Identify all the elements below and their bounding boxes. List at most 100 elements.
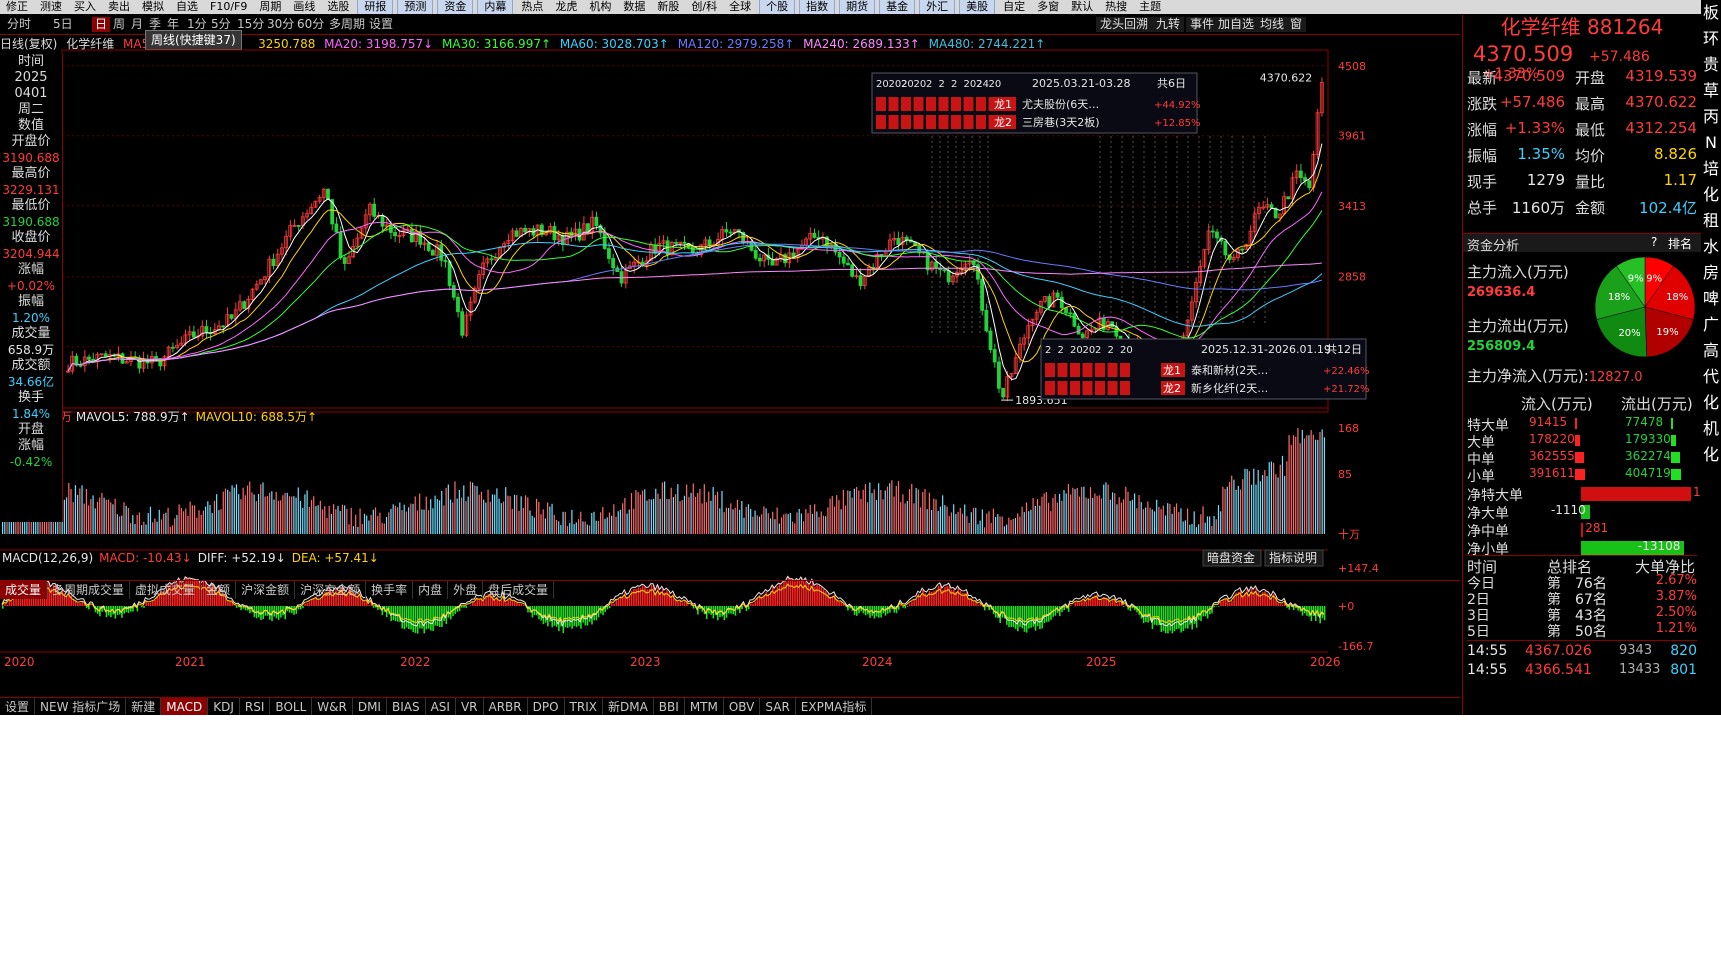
sector-item-16[interactable]: 机 (1701, 416, 1721, 442)
sector-item-2[interactable]: 贵 (1701, 52, 1721, 78)
toolbar-item-24[interactable]: 基金 (879, 0, 916, 14)
sector-item-5[interactable]: N (1701, 130, 1721, 156)
indicator-tab-7[interactable]: W&R (312, 698, 353, 715)
indicator-tab-8[interactable]: DMI (353, 698, 387, 715)
fund-help-button[interactable]: ? (1651, 235, 1657, 249)
macd-btn-0[interactable]: 暗盘资金 (1207, 550, 1255, 565)
indicator-tab-11[interactable]: VR (456, 698, 484, 715)
volume-tab-0[interactable]: 成交量 (0, 581, 48, 599)
volume-tab-2[interactable]: 虚拟成交量 (130, 581, 202, 599)
toolbar-item-21[interactable]: 个股 (759, 0, 796, 14)
sector-item-6[interactable]: 培 (1701, 156, 1721, 182)
indicator-tab-9[interactable]: BIAS (387, 698, 426, 715)
volume-tab-3[interactable]: 金额 (201, 581, 237, 599)
toolbar-item-0[interactable]: 修正 (0, 0, 34, 14)
period-btn-11[interactable]: 60分 (294, 17, 327, 32)
toolbar-item-22[interactable]: 指数 (799, 0, 836, 14)
chart-tool-4[interactable]: 均线 (1256, 17, 1289, 32)
sector-item-9[interactable]: 水 (1701, 234, 1721, 260)
indicator-tab-18[interactable]: OBV (724, 698, 761, 715)
period-btn-3[interactable]: 周 (110, 17, 128, 32)
volume-tab-7[interactable]: 内盘 (413, 581, 449, 599)
sector-item-3[interactable]: 草 (1701, 78, 1721, 104)
indicator-tab-17[interactable]: MTM (685, 698, 724, 715)
indicator-tab-0[interactable]: 设置 (0, 698, 36, 715)
indicator-tab-2[interactable]: 新建 (126, 698, 162, 715)
sector-item-11[interactable]: 啤 (1701, 286, 1721, 312)
toolbar-item-20[interactable]: 全球 (723, 0, 757, 14)
toolbar-item-14[interactable]: 热点 (515, 0, 549, 14)
toolbar-item-9[interactable]: 选股 (321, 0, 355, 14)
toolbar-item-26[interactable]: 美股 (959, 0, 996, 14)
indicator-tab-14[interactable]: TRIX (565, 698, 603, 715)
toolbar-item-1[interactable]: 测速 (34, 0, 68, 14)
kline-chart-area[interactable]: 450839613413285823114370.6221893.6512020… (0, 36, 1460, 715)
toolbar-item-10[interactable]: 研报 (357, 0, 394, 14)
indicator-tab-3[interactable]: MACD (161, 698, 209, 715)
toolbar-item-30[interactable]: 热搜 (1099, 0, 1133, 14)
toolbar-item-31[interactable]: 主题 (1133, 0, 1167, 14)
volume-tab-4[interactable]: 沪深金额 (236, 581, 296, 599)
sector-item-15[interactable]: 化 (1701, 390, 1721, 416)
sector-item-13[interactable]: 高 (1701, 338, 1721, 364)
toolbar-item-16[interactable]: 机构 (583, 0, 617, 14)
toolbar-item-6[interactable]: F10/F9 (204, 0, 253, 14)
chart-tool-1[interactable]: 九转 (1152, 17, 1185, 32)
toolbar-item-11[interactable]: 预测 (397, 0, 434, 14)
sector-item-17[interactable]: 化 (1701, 442, 1721, 468)
volume-tab-8[interactable]: 外盘 (448, 581, 484, 599)
chart-tool-3[interactable]: 加自选 (1214, 17, 1259, 32)
volume-tab-1[interactable]: 多周期成交量 (47, 581, 131, 599)
toolbar-item-19[interactable]: 创/科 (685, 0, 723, 14)
toolbar-item-12[interactable]: 资金 (437, 0, 474, 14)
indicator-tab-16[interactable]: BBI (654, 698, 685, 715)
toolbar-item-28[interactable]: 多窗 (1031, 0, 1065, 14)
toolbar-item-25[interactable]: 外汇 (919, 0, 956, 14)
period-btn-1[interactable]: 5日 (50, 17, 76, 32)
period-btn-2[interactable]: 日 (92, 17, 111, 32)
sector-item-8[interactable]: 租 (1701, 208, 1721, 234)
indicator-tab-15[interactable]: 新DMA (603, 698, 654, 715)
period-btn-10[interactable]: 30分 (264, 17, 297, 32)
toolbar-item-23[interactable]: 期货 (839, 0, 876, 14)
period-btn-4[interactable]: 月 (128, 17, 146, 32)
toolbar-item-5[interactable]: 自选 (170, 0, 204, 14)
indicator-tab-13[interactable]: DPO (528, 698, 565, 715)
indicator-tab-20[interactable]: EXPMA指标 (796, 698, 873, 715)
sector-item-0[interactable]: 板 (1701, 0, 1721, 26)
indicator-tab-4[interactable]: KDJ (208, 698, 240, 715)
indicator-tab-6[interactable]: BOLL (270, 698, 313, 715)
indicator-tab-1[interactable]: NEW 指标广场 (35, 698, 127, 715)
toolbar-item-27[interactable]: 自定 (997, 0, 1031, 14)
indicator-tab-10[interactable]: ASI (426, 698, 456, 715)
sector-item-1[interactable]: 环 (1701, 26, 1721, 52)
toolbar-item-18[interactable]: 新股 (651, 0, 685, 14)
toolbar-item-29[interactable]: 默认 (1065, 0, 1099, 14)
sector-item-10[interactable]: 房 (1701, 260, 1721, 286)
indicator-tab-12[interactable]: ARBR (484, 698, 528, 715)
dragon_box_1[interactable]: 20 20220 20 2 2 2 20242 20 2025.03.21-03.28 共6日龙1… (871, 72, 1201, 134)
sector-item-7[interactable]: 化 (1701, 182, 1721, 208)
toolbar-item-2[interactable]: 买入 (68, 0, 102, 14)
toolbar-item-17[interactable]: 数据 (617, 0, 651, 14)
volume-tab-6[interactable]: 换手率 (366, 581, 414, 599)
toolbar-item-13[interactable]: 内幕 (477, 0, 514, 14)
dragon_box_2[interactable]: 2 2 20 20 2 2 20 2025.12.31-2026.01.19共12日龙1 泰和新… (1040, 338, 1370, 400)
sector-item-14[interactable]: 代 (1701, 364, 1721, 390)
indicator-tab-19[interactable]: SAR (760, 698, 796, 715)
period-btn-13[interactable]: 设置 (366, 17, 396, 32)
volume-tab-5[interactable]: 沪深京金额 (295, 581, 367, 599)
sector-item-12[interactable]: 广 (1701, 312, 1721, 338)
toolbar-item-7[interactable]: 周期 (253, 0, 287, 14)
toolbar-item-3[interactable]: 卖出 (102, 0, 136, 14)
sector-item-4[interactable]: 丙 (1701, 104, 1721, 130)
toolbar-item-4[interactable]: 模拟 (136, 0, 170, 14)
toolbar-item-15[interactable]: 龙虎 (549, 0, 583, 14)
chart-tool-5[interactable]: 窗 (1286, 17, 1307, 32)
toolbar-item-8[interactable]: 画线 (287, 0, 321, 14)
volume-tab-9[interactable]: 盘后成交量 (483, 581, 555, 599)
macd-btn-1[interactable]: 指标说明 (1269, 550, 1317, 565)
period-btn-0[interactable]: 分时 (4, 17, 34, 32)
fund-rank-button[interactable]: 排名 (1668, 235, 1692, 252)
indicator-tab-5[interactable]: RSI (240, 698, 271, 715)
